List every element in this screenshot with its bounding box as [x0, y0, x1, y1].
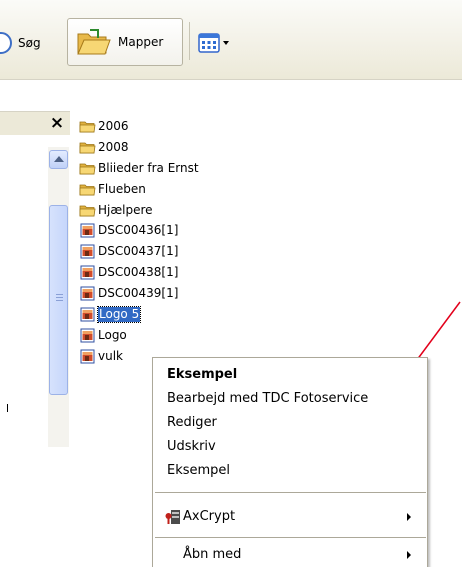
file-list: 2006 2008 Bliieder fra Ernst Flueben Hjælper… — [79, 116, 279, 367]
image-file-icon — [80, 349, 95, 364]
item-label: DSC00438[1] — [98, 265, 179, 280]
grip-line — [56, 300, 63, 301]
item-label: Flueben — [98, 181, 146, 196]
folders-pane — [0, 136, 48, 567]
views-dropdown-icon — [223, 41, 229, 45]
folders-pane-header: × — [0, 111, 70, 135]
item-label: DSC00436[1] — [98, 223, 179, 238]
toolbar: Søg Mapper — [0, 0, 462, 80]
folders-button[interactable]: Mapper — [67, 18, 183, 66]
scroll-up-button[interactable] — [49, 150, 68, 169]
menu-item-eksempel[interactable]: Eksempel — [167, 460, 230, 482]
folder-item[interactable]: 2006 — [79, 116, 279, 137]
item-label: DSC00437[1] — [98, 244, 179, 259]
menu-item-eksempel-default[interactable]: Eksempel — [167, 364, 237, 386]
menu-item-udskriv[interactable]: Udskriv — [167, 436, 216, 458]
menu-separator — [155, 492, 426, 493]
menu-item-rediger[interactable]: Rediger — [167, 412, 217, 434]
folders-label: Mapper — [118, 35, 164, 49]
grip-line — [56, 297, 63, 298]
folder-icon — [79, 142, 96, 154]
file-item[interactable]: DSC00439[1] — [79, 283, 279, 304]
context-menu: Eksempel Bearbejd med TDC Fotoservice Re… — [152, 357, 428, 567]
item-label: vulk — [98, 348, 123, 363]
menu-item-aabn-med[interactable]: Åbn med — [183, 544, 241, 566]
item-label: Hjælpere — [98, 202, 153, 217]
scroll-thumb[interactable] — [49, 205, 68, 395]
folder-icon — [79, 184, 96, 196]
image-file-icon — [80, 265, 95, 280]
file-item[interactable]: Logo — [79, 325, 279, 346]
image-file-icon — [80, 328, 95, 343]
submenu-arrow-icon — [407, 513, 411, 521]
close-icon[interactable]: × — [47, 113, 67, 133]
file-item[interactable]: DSC00437[1] — [79, 241, 279, 262]
image-file-icon — [80, 307, 95, 322]
menu-item-bearbejd[interactable]: Bearbejd med TDC Fotoservice — [167, 388, 368, 410]
axcrypt-icon — [165, 510, 180, 524]
menu-item-axcrypt[interactable]: AxCrypt — [183, 506, 235, 528]
image-file-icon — [80, 244, 95, 259]
item-label: 2008 — [98, 139, 129, 154]
folder-item[interactable]: 2008 — [79, 137, 279, 158]
views-button[interactable] — [198, 21, 258, 65]
toolbar-separator — [189, 22, 190, 60]
text-cursor-mark — [7, 404, 8, 412]
folder-item[interactable]: Flueben — [79, 179, 279, 200]
menu-separator — [155, 537, 426, 538]
folder-icon — [79, 121, 96, 133]
folder-icon — [79, 163, 96, 175]
views-grid-icon — [198, 33, 220, 53]
item-label: Logo — [98, 327, 127, 342]
item-label: DSC00439[1] — [98, 286, 179, 301]
search-label: Søg — [18, 36, 41, 50]
folders-icon — [77, 29, 111, 55]
search-button[interactable]: Søg — [0, 21, 60, 65]
file-item[interactable]: DSC00436[1] — [79, 220, 279, 241]
folder-item[interactable]: Hjælpere — [79, 200, 279, 221]
file-item[interactable]: Logo 5 — [79, 304, 279, 325]
folder-icon — [79, 205, 96, 216]
item-label: Logo 5 — [96, 305, 142, 323]
file-item[interactable]: DSC00438[1] — [79, 262, 279, 283]
folder-item[interactable]: Bliieder fra Ernst — [79, 158, 279, 179]
grip-line — [56, 294, 63, 295]
item-label: Bliieder fra Ernst — [98, 160, 199, 175]
search-icon — [0, 32, 12, 54]
image-file-icon — [80, 223, 95, 238]
item-label: 2006 — [98, 118, 129, 133]
image-file-icon — [80, 286, 95, 301]
vertical-scrollbar[interactable] — [48, 147, 69, 447]
submenu-arrow-icon — [407, 551, 411, 559]
